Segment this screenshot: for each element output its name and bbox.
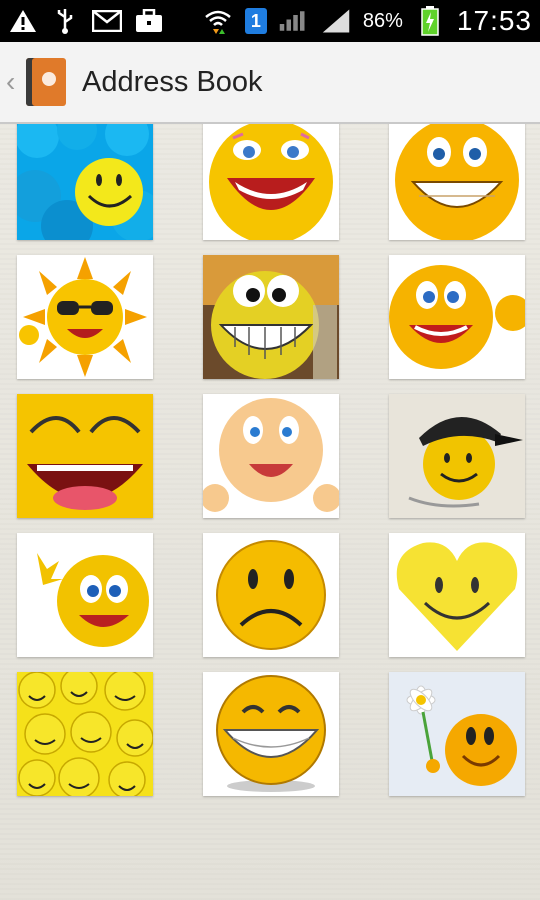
gallery-item[interactable] (17, 255, 153, 379)
gallery-item[interactable] (203, 255, 339, 379)
gallery-item[interactable] (17, 124, 153, 240)
page-title: Address Book (82, 65, 263, 98)
briefcase-icon (134, 7, 164, 35)
gallery-container (0, 124, 540, 900)
sun-sunglasses-smiley-image (17, 255, 153, 379)
gallery-item[interactable] (17, 672, 153, 796)
email-icon (92, 7, 122, 35)
big-teeth-smiley-image (203, 255, 339, 379)
heart-smiley-image (389, 533, 525, 657)
laughing-closeup-smiley-image (17, 394, 153, 518)
blue-balls-smiley-image (17, 124, 153, 240)
thumbs-up-smiley-image (389, 255, 525, 379)
clock: 17:53 (456, 5, 532, 36)
battery-percent: 86% (362, 9, 403, 32)
cap-smiley-image (389, 394, 525, 518)
gallery-item[interactable] (203, 124, 339, 240)
signal-icon (279, 7, 309, 35)
many-smileys-image (17, 672, 153, 796)
gallery-item[interactable] (17, 533, 153, 657)
usb-icon (50, 7, 80, 35)
lipstick-laughing-smiley-image (203, 124, 339, 240)
status-bar: 1 86% 17:53 (0, 0, 540, 42)
action-bar: ‹ Address Book (0, 42, 540, 124)
image-grid (17, 124, 525, 796)
back-chevron-icon[interactable]: ‹ (6, 66, 22, 98)
sim-slot-badge: 1 (244, 8, 267, 34)
gallery-item[interactable] (17, 394, 153, 518)
gallery-item[interactable] (389, 533, 525, 657)
gallery-item[interactable] (389, 255, 525, 379)
gallery-item[interactable] (389, 672, 525, 796)
happy-teeth-smiley-image (203, 672, 339, 796)
contacts-book-icon[interactable] (26, 58, 66, 106)
wifi-icon (203, 7, 233, 35)
grinning-smiley-image (389, 124, 525, 240)
peach-face-smiley-image (203, 394, 339, 518)
sad-smiley-image (203, 533, 339, 657)
gallery-item[interactable] (203, 672, 339, 796)
battery-charging-icon (415, 6, 445, 36)
flower-smiley-image (389, 672, 525, 796)
warning-icon (8, 7, 38, 35)
waving-smiley-image (17, 533, 153, 657)
gallery-item[interactable] (389, 124, 525, 240)
gallery-item[interactable] (389, 394, 525, 518)
signal-strength-icon (321, 7, 351, 35)
gallery-item[interactable] (203, 394, 339, 518)
gallery-item[interactable] (203, 533, 339, 657)
